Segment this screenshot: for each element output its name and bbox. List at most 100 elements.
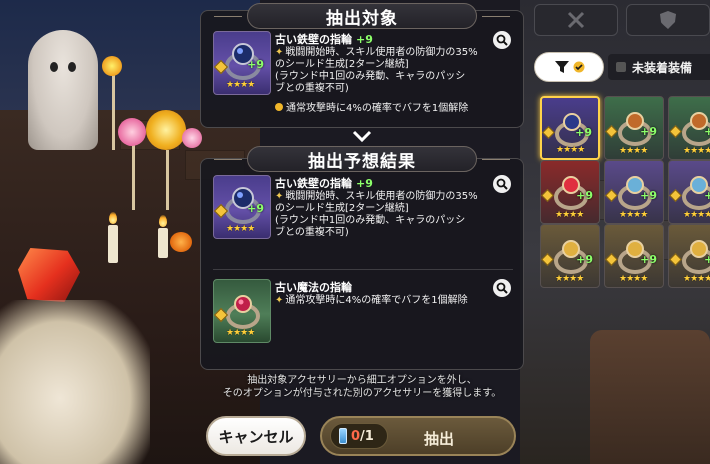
inventory-item-cell[interactable]: +9 ★★★★ <box>604 160 664 224</box>
target-item-thumbnail[interactable]: +9 ★★★★ <box>213 31 271 95</box>
magnifier-icon <box>496 34 508 46</box>
info-line: そのオプションが付与された別のアクセサリーを獲得します。 <box>222 388 502 399</box>
item-level: +9 <box>356 33 373 46</box>
filter-button[interactable] <box>534 52 604 82</box>
desc-line: ✦ 戦闘開始時、スキル使用者の防御力の35% <box>275 47 507 59</box>
result-item-description: ✦ 戦闘開始時、スキル使用者の防御力の35% のシールド生成[2ターン継続] (ラ… <box>275 191 507 239</box>
zoom-button[interactable] <box>493 279 511 297</box>
desc-line: ✦ 通常攻撃時に4%の確率でバフを1個解除 <box>275 295 507 307</box>
bone-ornament <box>0 300 150 464</box>
ghost-eye <box>50 62 58 72</box>
unequipped-checkbox[interactable] <box>616 62 626 72</box>
inventory-item-cell[interactable]: +9 ★★★★ <box>540 224 600 288</box>
target-sub-option: 通常攻撃時に4%の確率でバフを1個解除 <box>275 99 468 114</box>
thumb-level: +9 <box>247 202 264 215</box>
lollipop <box>146 110 186 150</box>
star-rating: ★★★★ <box>683 210 710 220</box>
desc-line-text: 戦闘開始時、スキル使用者の防御力の35% <box>285 47 478 58</box>
desc-line: ✦ 戦闘開始時、スキル使用者の防御力の35% <box>275 191 507 203</box>
candle <box>158 228 168 258</box>
result-item-name: 古い鉄壁の指輪 +9 <box>275 175 373 191</box>
desc-line: ブとの重複不可) <box>275 227 507 239</box>
desc-line: のシールド生成[2ターン継続] <box>275 59 507 71</box>
extract-cost: 0/1 <box>330 423 388 449</box>
item-level: +9 <box>640 125 657 138</box>
bullet-icon: ✦ <box>275 295 284 306</box>
star-rating: ★★★★ <box>683 146 710 156</box>
thumb-level: +9 <box>247 58 264 71</box>
inventory-item-cell[interactable]: +9 ★★★★ <box>604 224 664 288</box>
desc-line: のシールド生成[2ターン継続] <box>275 203 507 215</box>
item-level: +9 <box>576 253 593 266</box>
pumpkin-decoration <box>170 232 192 252</box>
desc-line-text: のシールド生成[2ターン継続] <box>275 59 409 70</box>
star-rating: ★★★★ <box>555 210 584 220</box>
desc-line-text: のシールド生成[2ターン継続] <box>275 203 409 214</box>
target-item-name: 古い鉄壁の指輪 +9 <box>275 31 373 47</box>
result-item-thumbnail[interactable]: ★★★★ <box>213 279 271 343</box>
lollipop <box>118 118 146 146</box>
weapon-tab[interactable] <box>534 4 618 36</box>
desc-line-text: (ラウンド中1回のみ発動、キャラのパッシ <box>275 215 466 226</box>
star-rating: ★★★★ <box>226 224 255 234</box>
zoom-button[interactable] <box>493 31 511 49</box>
target-item-description: ✦ 戦闘開始時、スキル使用者の防御力の35% のシールド生成[2ターン継続] (ラ… <box>275 47 507 95</box>
lollipop <box>102 56 122 76</box>
expected-result-panel: +9 ★★★★ 古い鉄壁の指輪 +9 ✦ 戦闘開始時、スキル使用者の防御力の35% … <box>200 158 524 370</box>
ghost-decoration <box>28 30 98 150</box>
shield-icon <box>660 11 676 29</box>
divider <box>213 269 513 270</box>
extract-target-title: 抽出対象 <box>214 3 510 29</box>
inventory-item-cell[interactable]: +9 ★★★★ <box>540 96 600 160</box>
star-rating: ★★★★ <box>619 274 648 284</box>
star-rating: ★★★★ <box>226 328 255 338</box>
chevron-down-icon <box>349 127 375 145</box>
barrel-decoration <box>590 330 710 464</box>
item-level: +9 <box>575 126 592 139</box>
inventory-item-cell[interactable]: +9 ★★★★ <box>668 96 710 160</box>
cost-used: 0 <box>351 428 361 444</box>
cost-total: /1 <box>360 428 374 444</box>
crossed-swords-icon <box>567 11 585 29</box>
lollipop-stick <box>166 150 169 210</box>
star-rating: ★★★★ <box>619 210 648 220</box>
desc-line-text: 通常攻撃時に4%の確率でバフを1個解除 <box>285 295 468 306</box>
check-badge-icon <box>573 61 584 73</box>
desc-line-text: ブとの重複不可) <box>275 83 349 94</box>
star-rating: ★★★★ <box>619 146 648 156</box>
lollipop <box>182 128 202 148</box>
desc-line-text: ブとの重複不可) <box>275 227 349 238</box>
item-level: +9 <box>704 125 710 138</box>
sub-option-text: 通常攻撃時に4%の確率でバフを1個解除 <box>286 103 469 114</box>
star-rating: ★★★★ <box>555 274 584 284</box>
inventory-item-cell[interactable]: +9 ★★★★ <box>668 160 710 224</box>
expected-result-title: 抽出予想結果 <box>214 146 510 172</box>
item-level: +9 <box>356 177 373 190</box>
potion-vial-icon <box>339 428 347 444</box>
unequipped-toggle[interactable]: 未装着装備 <box>608 54 710 80</box>
star-rating: ★★★★ <box>556 145 585 155</box>
item-name-text: 古い鉄壁の指輪 <box>275 177 352 190</box>
inventory-item-cell[interactable]: +9 ★★★★ <box>668 224 710 288</box>
desc-line: (ラウンド中1回のみ発動、キャラのパッシ <box>275 71 507 83</box>
option-coin-icon <box>275 103 283 111</box>
candle <box>108 225 118 263</box>
cost-count: 0/1 <box>351 429 374 444</box>
bullet-icon: ✦ <box>275 47 284 58</box>
cancel-button[interactable]: キャンセル <box>206 416 306 456</box>
inventory-item-cell[interactable]: +9 ★★★★ <box>604 96 664 160</box>
item-level: +9 <box>704 189 710 202</box>
result-item-thumbnail[interactable]: +9 ★★★★ <box>213 175 271 239</box>
inventory-item-cell[interactable]: +9 ★★★★ <box>540 160 600 224</box>
star-rating: ★★★★ <box>226 80 255 90</box>
result-item-description: ✦ 通常攻撃時に4%の確率でバフを1個解除 <box>275 295 507 307</box>
zoom-button[interactable] <box>493 175 511 193</box>
item-level: +9 <box>640 189 657 202</box>
magnifier-icon <box>496 282 508 294</box>
extract-button[interactable]: 0/1 抽出 <box>320 416 516 456</box>
item-level: +9 <box>640 253 657 266</box>
candle-flame <box>159 215 167 227</box>
desc-line: (ラウンド中1回のみ発動、キャラのパッシ <box>275 215 507 227</box>
armor-tab[interactable] <box>626 4 710 36</box>
magnifier-icon <box>496 178 508 190</box>
